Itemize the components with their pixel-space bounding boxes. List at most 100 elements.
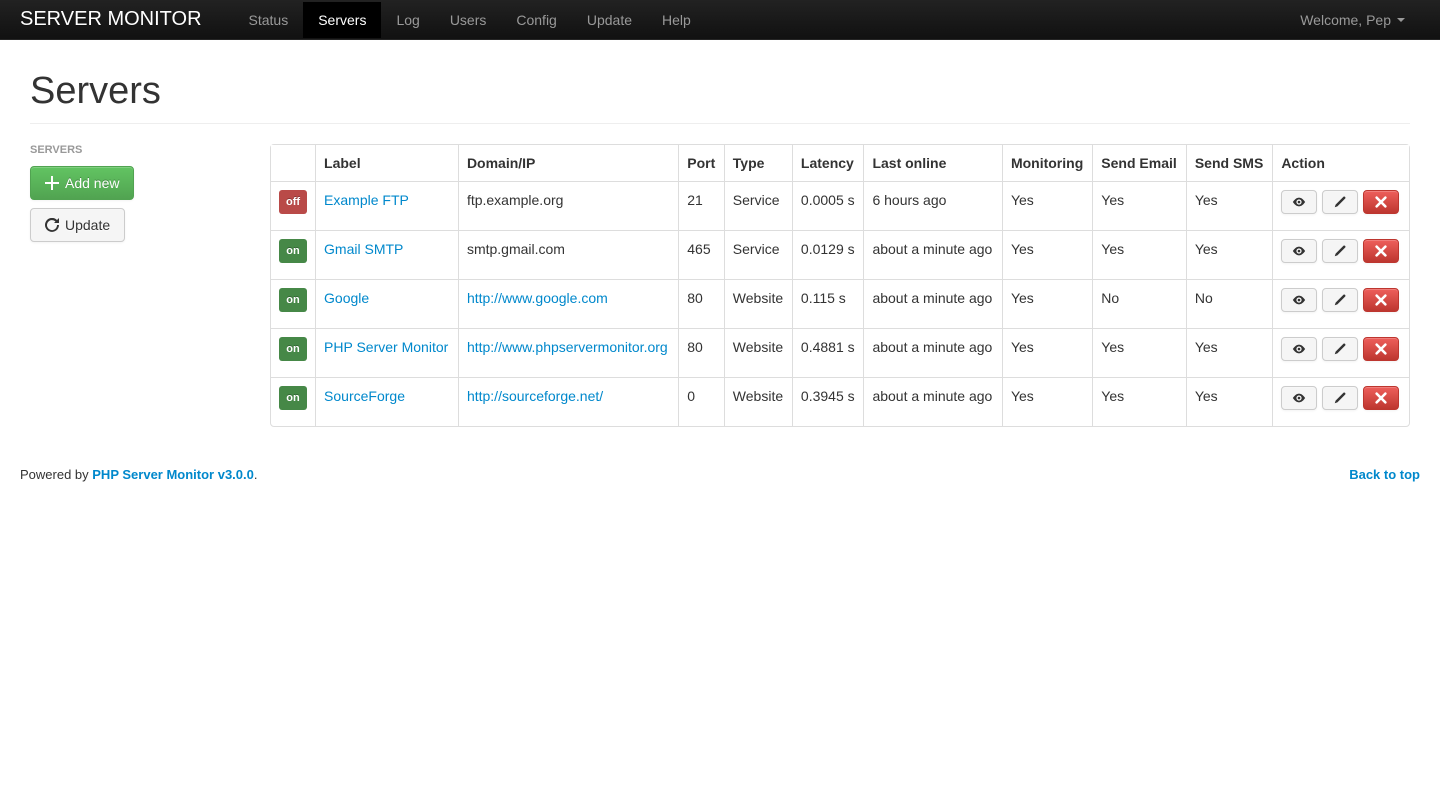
divider [30,123,1410,124]
pencil-icon [1333,342,1347,356]
latency-cell: 0.115 s [792,279,864,328]
monitoring-cell: Yes [1002,377,1092,426]
back-to-top-link[interactable]: Back to top [1349,467,1420,482]
delete-button[interactable] [1363,337,1399,361]
server-label-link[interactable]: Gmail SMTP [324,241,403,257]
nav-config[interactable]: Config [501,2,571,38]
sidebar: SERVERS Add new Update [30,144,250,427]
close-icon [1374,391,1388,405]
main: Label Domain/IP Port Type Latency Last o… [270,144,1410,427]
edit-button[interactable] [1322,386,1358,410]
user-menu-label: Welcome, Pep [1300,12,1391,28]
close-icon [1374,244,1388,258]
pencil-icon [1333,391,1347,405]
add-new-label: Add new [65,173,119,193]
delete-button[interactable] [1363,288,1399,312]
send-email-cell: Yes [1092,181,1186,230]
latency-cell: 0.3945 s [792,377,864,426]
status-badge: on [279,386,306,410]
type-cell: Website [724,328,792,377]
domain-text: ftp.example.org [467,192,564,208]
nav-right: Welcome, Pep [1285,2,1420,38]
th-port: Port [678,145,724,181]
send-email-cell: Yes [1092,230,1186,279]
table-header-row: Label Domain/IP Port Type Latency Last o… [271,145,1409,181]
th-monitoring: Monitoring [1002,145,1092,181]
type-cell: Website [724,279,792,328]
domain-link[interactable]: http://www.google.com [467,290,608,306]
nav: Status Servers Log Users Config Update H… [234,2,1286,38]
monitoring-cell: Yes [1002,279,1092,328]
add-new-button[interactable]: Add new [30,166,134,200]
send-sms-cell: Yes [1186,181,1272,230]
type-cell: Website [724,377,792,426]
server-label-link[interactable]: Example FTP [324,192,409,208]
th-send-email: Send Email [1092,145,1186,181]
close-icon [1374,195,1388,209]
send-email-cell: No [1092,279,1186,328]
view-button[interactable] [1281,288,1317,312]
refresh-icon [45,218,59,232]
server-label-link[interactable]: PHP Server Monitor [324,339,448,355]
th-send-sms: Send SMS [1186,145,1272,181]
edit-button[interactable] [1322,239,1358,263]
monitoring-cell: Yes [1002,181,1092,230]
last-online-cell: about a minute ago [863,377,1001,426]
view-button[interactable] [1281,337,1317,361]
server-label-link[interactable]: Google [324,290,369,306]
domain-link[interactable]: http://www.phpservermonitor.org [467,339,668,355]
eye-icon [1292,293,1306,307]
update-button[interactable]: Update [30,208,125,242]
nav-status[interactable]: Status [234,2,304,38]
status-badge: on [279,288,306,312]
port-cell: 465 [678,230,724,279]
nav-update[interactable]: Update [572,2,647,38]
eye-icon [1292,244,1306,258]
table-row: on Google http://www.google.com 80Website0.… [271,279,1409,328]
view-button[interactable] [1281,386,1317,410]
plus-icon [45,176,59,190]
edit-button[interactable] [1322,190,1358,214]
server-label-link[interactable]: SourceForge [324,388,405,404]
page-title: Servers [30,70,1410,113]
send-email-cell: Yes [1092,377,1186,426]
latency-cell: 0.0005 s [792,181,864,230]
update-label: Update [65,215,110,235]
edit-button[interactable] [1322,288,1358,312]
pencil-icon [1333,244,1347,258]
view-button[interactable] [1281,190,1317,214]
nav-users[interactable]: Users [435,2,502,38]
last-online-cell: about a minute ago [863,230,1001,279]
brand[interactable]: SERVER MONITOR [20,0,222,40]
th-domain: Domain/IP [458,145,678,181]
close-icon [1374,293,1388,307]
view-button[interactable] [1281,239,1317,263]
port-cell: 21 [678,181,724,230]
product-link[interactable]: PHP Server Monitor v3.0.0 [92,467,254,482]
table-row: onGmail SMTPsmtp.gmail.com465Service0.01… [271,230,1409,279]
th-status [271,145,315,181]
port-cell: 80 [678,279,724,328]
th-action: Action [1272,145,1409,181]
delete-button[interactable] [1363,190,1399,214]
domain-link[interactable]: http://sourceforge.net/ [467,388,603,404]
nav-log[interactable]: Log [381,2,434,38]
delete-button[interactable] [1363,239,1399,263]
th-latency: Latency [792,145,864,181]
footer-left: Powered by PHP Server Monitor v3.0.0. [20,467,258,482]
nav-help[interactable]: Help [647,2,706,38]
last-online-cell: about a minute ago [863,279,1001,328]
monitoring-cell: Yes [1002,328,1092,377]
navbar: SERVER MONITOR Status Servers Log Users … [0,0,1440,40]
edit-button[interactable] [1322,337,1358,361]
th-last-online: Last online [863,145,1001,181]
nav-servers[interactable]: Servers [303,2,381,38]
sidebar-heading: SERVERS [30,144,250,156]
pencil-icon [1333,293,1347,307]
chevron-down-icon [1397,18,1405,22]
user-menu[interactable]: Welcome, Pep [1285,2,1420,38]
delete-button[interactable] [1363,386,1399,410]
status-badge: off [279,190,307,214]
status-badge: on [279,239,306,263]
send-sms-cell: Yes [1186,328,1272,377]
